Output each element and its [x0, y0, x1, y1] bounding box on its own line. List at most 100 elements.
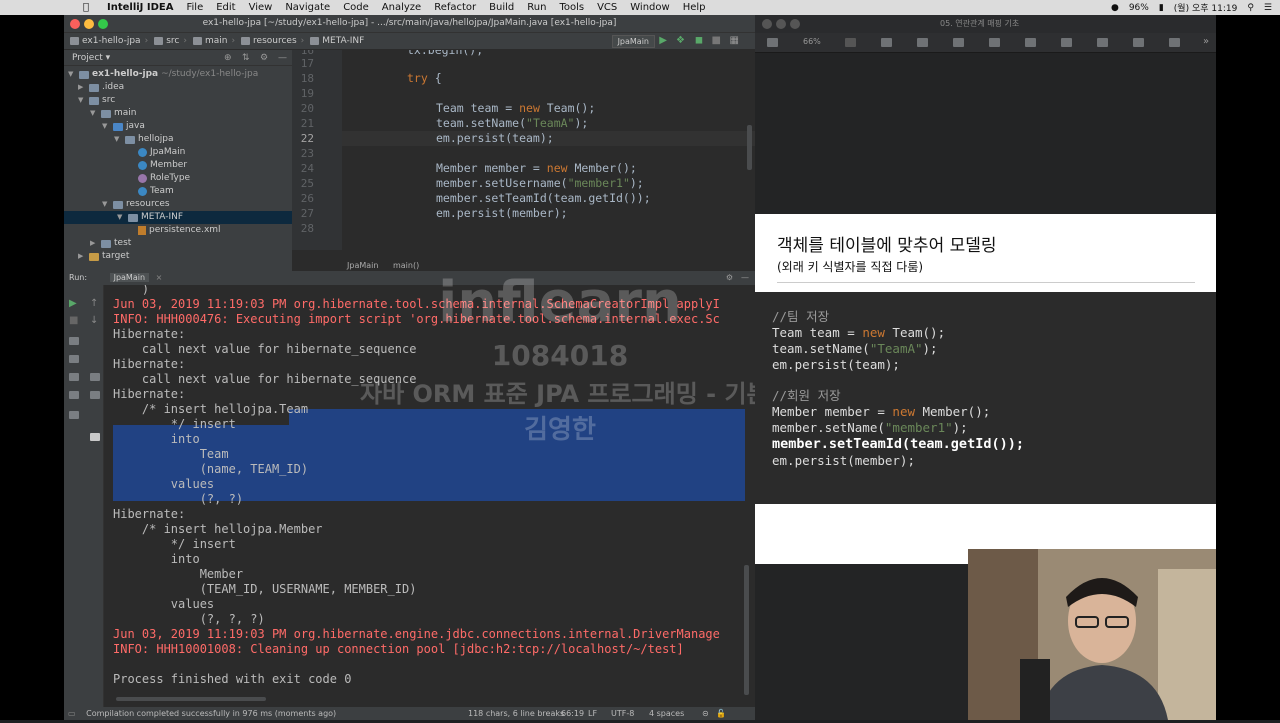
tree-item-target[interactable]: ▶ target: [78, 250, 129, 263]
shape-icon[interactable]: [1061, 38, 1072, 47]
expand-arrow-icon[interactable]: ▶: [78, 250, 86, 263]
menu-code[interactable]: Code: [343, 2, 369, 13]
tree-item-idea[interactable]: ▶ .idea: [78, 81, 124, 94]
clock[interactable]: (월) 오후 11:19: [1174, 1, 1238, 14]
run-configuration-select[interactable]: JpaMain: [611, 35, 655, 48]
sync-icon[interactable]: ⊕: [224, 50, 232, 66]
tree-item-main[interactable]: ▼ main: [90, 107, 137, 120]
stop-run-icon[interactable]: ■: [69, 315, 78, 326]
tree-item-member[interactable]: Member: [138, 159, 187, 172]
close-window-icon[interactable]: [762, 19, 772, 29]
stop-icon[interactable]: ■: [712, 35, 721, 46]
event-log-icon[interactable]: ▭: [68, 709, 76, 718]
console-scrollbar[interactable]: [744, 565, 749, 695]
spotlight-search-icon[interactable]: ⚲: [1247, 3, 1254, 13]
file-encoding[interactable]: UTF-8: [611, 707, 634, 720]
clear-all-icon[interactable]: [90, 391, 100, 399]
menu-tools[interactable]: Tools: [559, 2, 584, 13]
zoom-window-icon[interactable]: [790, 19, 800, 29]
chart-icon[interactable]: [989, 38, 1000, 47]
print-icon[interactable]: [90, 373, 100, 381]
breadcrumb-project[interactable]: ex1-hello-jpa: [70, 36, 141, 46]
breadcrumb-src[interactable]: src: [154, 36, 179, 46]
add-slide-icon[interactable]: [845, 38, 856, 47]
project-panel-header[interactable]: Project ▾ ⊕ ⇅ ⚙ —: [64, 50, 292, 66]
menu-analyze[interactable]: Analyze: [382, 2, 421, 13]
status-message[interactable]: Compilation completed successfully in 97…: [86, 709, 336, 718]
expand-arrow-icon[interactable]: ▼: [78, 94, 86, 107]
expand-arrow-icon[interactable]: ▶: [90, 237, 98, 250]
menu-navigate[interactable]: Navigate: [285, 2, 330, 13]
menu-file[interactable]: File: [186, 2, 203, 13]
comment-icon[interactable]: [1133, 38, 1144, 47]
tree-item-java[interactable]: ▼ java: [102, 120, 145, 133]
expand-arrow-icon[interactable]: ▼: [117, 211, 125, 224]
tree-item-test[interactable]: ▶ test: [90, 237, 131, 250]
zoom-level[interactable]: 66%: [803, 37, 821, 46]
more-icon[interactable]: »: [1203, 36, 1209, 47]
console-horizontal-scrollbar[interactable]: [116, 697, 266, 701]
expand-arrow-icon[interactable]: ▼: [68, 68, 76, 81]
media-icon[interactable]: [1097, 38, 1108, 47]
tree-item-team[interactable]: Team: [138, 185, 174, 198]
tree-item-ex1-hello-jpa[interactable]: ▼ ex1-hello-jpa ~/study/ex1-hello-jpa: [68, 68, 258, 81]
expand-arrow-icon[interactable]: ▼: [102, 120, 110, 133]
wifi-icon[interactable]: ●: [1111, 3, 1119, 13]
play-icon[interactable]: [881, 38, 892, 47]
editor-breadcrumb-method[interactable]: main(): [393, 261, 419, 270]
tree-item-jpamain[interactable]: JpaMain: [138, 146, 185, 159]
menu-vcs[interactable]: VCS: [597, 2, 617, 13]
notification-center-icon[interactable]: ☰: [1264, 3, 1272, 13]
rerun-icon[interactable]: ▶: [69, 298, 77, 309]
menu-edit[interactable]: Edit: [216, 2, 235, 13]
apple-icon[interactable]: : [78, 2, 94, 13]
menu-run[interactable]: Run: [527, 2, 546, 13]
caret-position[interactable]: 66:19: [561, 707, 584, 720]
menu-help[interactable]: Help: [683, 2, 706, 13]
zoom-window-icon[interactable]: [98, 19, 108, 29]
breadcrumb-main[interactable]: main: [193, 36, 228, 46]
code-editor[interactable]: 16 17 18 19 20 21 22 23 24 25 26 27 28 t…: [292, 50, 755, 271]
menu-view[interactable]: View: [249, 2, 273, 13]
settings-icon[interactable]: [69, 373, 79, 381]
coverage-icon[interactable]: ◼: [695, 35, 703, 46]
table-icon[interactable]: [953, 38, 964, 47]
run-icon[interactable]: ▶: [659, 35, 667, 46]
tree-item-src[interactable]: ▼ src: [78, 94, 115, 107]
project-structure-icon[interactable]: ▦: [730, 35, 739, 46]
view-icon[interactable]: [767, 38, 778, 47]
menu-build[interactable]: Build: [489, 2, 514, 13]
keynote-live-icon[interactable]: [917, 38, 928, 47]
tree-item-hellojpa[interactable]: ▼ hellojpa: [114, 133, 173, 146]
close-tab-icon[interactable]: ×: [156, 273, 163, 282]
line-separator[interactable]: LF: [588, 707, 597, 720]
tree-item-persistence-xml[interactable]: persistence.xml: [138, 224, 221, 237]
menu-window[interactable]: Window: [630, 2, 669, 13]
collapse-all-icon[interactable]: ⇅: [242, 50, 250, 66]
run-settings-gear-icon[interactable]: ⚙: [726, 271, 733, 285]
expand-arrow-icon[interactable]: ▼: [102, 198, 110, 211]
text-icon[interactable]: [1025, 38, 1036, 47]
tree-item-meta-inf[interactable]: ▼ META-INF: [64, 211, 292, 224]
menu-refactor[interactable]: Refactor: [434, 2, 476, 13]
restore-layout-icon[interactable]: [69, 391, 79, 399]
expand-arrow-icon[interactable]: ▼: [114, 133, 122, 146]
scroll-up-icon[interactable]: ↑: [90, 298, 98, 309]
tree-item-resources[interactable]: ▼ resources: [102, 198, 170, 211]
close-window-icon[interactable]: [70, 19, 80, 29]
format-icon[interactable]: [1169, 38, 1180, 47]
settings-gear-icon[interactable]: ⚙: [260, 50, 268, 66]
soft-wrap-icon[interactable]: [90, 433, 100, 441]
expand-arrow-icon[interactable]: ▼: [90, 107, 98, 120]
layout-icon[interactable]: [69, 411, 79, 419]
menu-app-name[interactable]: IntelliJ IDEA: [107, 2, 173, 13]
debug-icon[interactable]: ❖: [676, 35, 685, 46]
breadcrumb-resources[interactable]: resources: [241, 36, 297, 46]
lock-icon[interactable]: 🔓: [716, 707, 726, 720]
editor-scrollbar[interactable]: [747, 125, 752, 170]
scroll-down-icon[interactable]: ↓: [90, 315, 98, 326]
expand-arrow-icon[interactable]: ▶: [78, 81, 86, 94]
run-hide-icon[interactable]: —: [741, 271, 749, 285]
battery-level[interactable]: 96%: [1129, 3, 1149, 13]
breadcrumb-meta-inf[interactable]: META-INF: [310, 36, 364, 46]
